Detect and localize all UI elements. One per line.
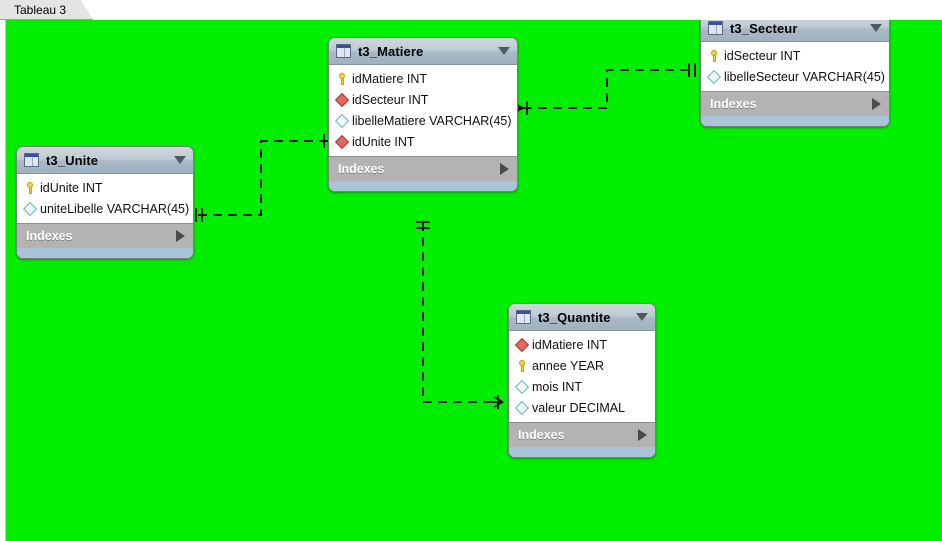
table-footer	[17, 248, 193, 258]
filled-diamond-icon	[336, 93, 348, 107]
tab-strip: Tableau 3	[0, 0, 942, 20]
chevron-right-icon[interactable]	[500, 163, 509, 175]
relationship-matiere-secteur	[512, 63, 696, 115]
table-title: t3_Quantite	[538, 309, 611, 325]
chevron-down-icon[interactable]	[870, 24, 882, 32]
table-node-t3-matiere[interactable]: t3_Matiere idMatiere INT idSecteur INT l…	[328, 37, 518, 192]
column-list: idSecteur INT libelleSecteur VARCHAR(45)	[701, 42, 889, 91]
column-label: idUnite INT	[352, 134, 415, 149]
column-row[interactable]: idSecteur INT	[701, 45, 889, 66]
table-icon	[516, 310, 531, 324]
diagram-canvas[interactable]: t3_Matiere idMatiere INT idSecteur INT l…	[6, 20, 942, 541]
column-row[interactable]: annee YEAR	[509, 355, 655, 376]
column-row[interactable]: libelleMatiere VARCHAR(45)	[329, 110, 517, 131]
er-diagram-window: Tableau 3 t3_Matiere idMatiere INT idSec…	[0, 0, 942, 541]
table-icon	[336, 44, 351, 58]
table-header[interactable]: t3_Matiere	[329, 38, 517, 65]
table-node-t3-secteur[interactable]: t3_Secteur idSecteur INT libelleSecteur …	[700, 20, 890, 127]
hollow-diamond-icon	[708, 70, 720, 84]
indexes-label: Indexes	[710, 97, 757, 111]
column-label: idUnite INT	[40, 180, 103, 195]
tab-label: Tableau 3	[14, 3, 67, 17]
column-label: libelleSecteur VARCHAR(45)	[724, 69, 885, 84]
column-row[interactable]: uniteLibelle VARCHAR(45)	[17, 198, 193, 219]
column-row[interactable]: idSecteur INT	[329, 89, 517, 110]
column-row[interactable]: idMatiere INT	[329, 68, 517, 89]
table-header[interactable]: t3_Unite	[17, 147, 193, 174]
indexes-section[interactable]: Indexes	[17, 223, 193, 248]
column-label: valeur DECIMAL	[532, 400, 626, 415]
hollow-diamond-icon	[336, 114, 348, 128]
relationship-matiere-unite	[195, 134, 339, 222]
relationship-quantite-matiere	[416, 221, 504, 409]
column-row[interactable]: valeur DECIMAL	[509, 397, 655, 418]
hollow-diamond-icon	[24, 202, 36, 216]
column-row[interactable]: mois INT	[509, 376, 655, 397]
table-footer	[329, 181, 517, 191]
column-label: idMatiere INT	[352, 71, 428, 86]
column-label: idMatiere INT	[532, 337, 608, 352]
key-icon	[708, 49, 720, 63]
table-icon	[24, 153, 39, 167]
column-label: annee YEAR	[532, 358, 605, 373]
column-row[interactable]: libelleSecteur VARCHAR(45)	[701, 66, 889, 87]
column-label: idSecteur INT	[352, 92, 429, 107]
indexes-section[interactable]: Indexes	[701, 91, 889, 116]
hollow-diamond-icon	[516, 401, 528, 415]
filled-diamond-icon	[336, 135, 348, 149]
column-label: mois INT	[532, 379, 582, 394]
chevron-right-icon[interactable]	[176, 230, 185, 242]
table-title: t3_Secteur	[730, 20, 798, 36]
indexes-label: Indexes	[26, 229, 73, 243]
chevron-down-icon[interactable]	[174, 156, 186, 164]
table-header[interactable]: t3_Quantite	[509, 304, 655, 331]
column-label: libelleMatiere VARCHAR(45)	[352, 113, 512, 128]
table-icon	[708, 21, 723, 35]
chevron-right-icon[interactable]	[638, 429, 647, 441]
key-icon	[24, 181, 36, 195]
column-row[interactable]: idUnite INT	[329, 131, 517, 152]
column-label: idSecteur INT	[724, 48, 801, 63]
key-icon	[516, 359, 528, 373]
hollow-diamond-icon	[516, 380, 528, 394]
column-row[interactable]: idUnite INT	[17, 177, 193, 198]
indexes-section[interactable]: Indexes	[509, 422, 655, 447]
indexes-section[interactable]: Indexes	[329, 156, 517, 181]
chevron-down-icon[interactable]	[636, 313, 648, 321]
table-footer	[701, 116, 889, 126]
column-list: idMatiere INT annee YEAR mois INT valeur…	[509, 331, 655, 422]
table-node-t3-unite[interactable]: t3_Unite idUnite INT uniteLibelle VARCHA…	[16, 146, 194, 259]
filled-diamond-icon	[516, 338, 528, 352]
table-title: t3_Unite	[46, 152, 99, 168]
table-footer	[509, 447, 655, 457]
column-list: idMatiere INT idSecteur INT libelleMatie…	[329, 65, 517, 156]
table-header[interactable]: t3_Secteur	[701, 20, 889, 42]
indexes-label: Indexes	[338, 162, 385, 176]
column-row[interactable]: idMatiere INT	[509, 334, 655, 355]
indexes-label: Indexes	[518, 428, 565, 442]
key-icon	[336, 72, 348, 86]
table-node-t3-quantite[interactable]: t3_Quantite idMatiere INT annee YEAR moi…	[508, 303, 656, 458]
column-list: idUnite INT uniteLibelle VARCHAR(45)	[17, 174, 193, 223]
column-label: uniteLibelle VARCHAR(45)	[40, 201, 190, 216]
tab-tableau-3[interactable]: Tableau 3	[0, 0, 93, 20]
table-title: t3_Matiere	[358, 43, 424, 59]
chevron-right-icon[interactable]	[872, 98, 881, 110]
chevron-down-icon[interactable]	[498, 47, 510, 55]
